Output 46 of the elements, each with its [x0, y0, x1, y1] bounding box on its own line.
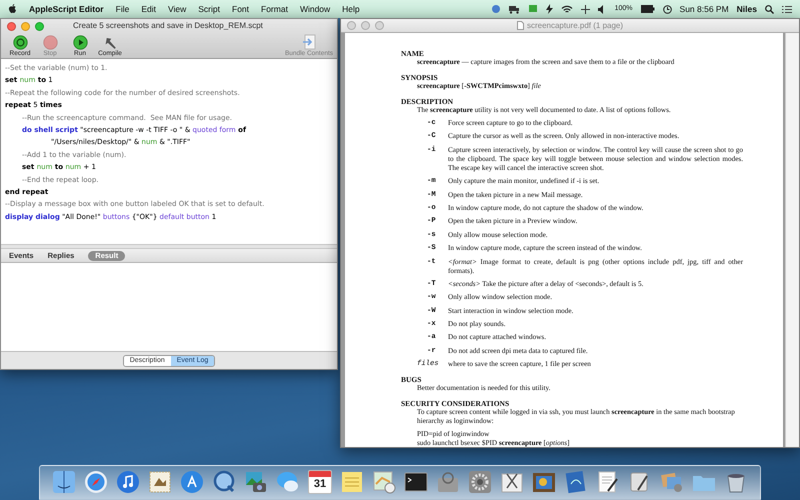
battery-icon[interactable] [640, 5, 655, 13]
calendar-icon[interactable]: 31 [308, 470, 332, 494]
map-icon[interactable] [372, 470, 396, 494]
zoom-button[interactable] [35, 22, 44, 30]
speech-bubble-icon[interactable] [276, 470, 300, 494]
document-icon [516, 21, 524, 30]
camera-icon[interactable] [244, 470, 268, 494]
menu-item[interactable]: File [116, 2, 130, 16]
gear-icon[interactable] [468, 470, 492, 494]
compass-icon[interactable] [84, 470, 108, 494]
music-note-icon[interactable] [116, 470, 140, 494]
app-menu[interactable]: AppleScript Editor [29, 2, 104, 16]
hammer-icon [102, 35, 118, 50]
disk-drive-icon[interactable] [436, 470, 460, 494]
stamp-icon[interactable] [148, 470, 172, 494]
menu-item[interactable]: Window [300, 2, 330, 16]
menu-item[interactable]: Help [342, 2, 360, 16]
menu-item[interactable]: Format [261, 2, 288, 16]
search-icon[interactable] [765, 4, 774, 14]
display-icon[interactable] [528, 4, 538, 14]
play-icon [72, 35, 88, 50]
menu-item[interactable]: Edit [141, 2, 156, 16]
q-circle-icon[interactable] [212, 470, 236, 494]
picture-frame-icon[interactable] [532, 470, 556, 494]
clock-icon[interactable] [662, 4, 672, 14]
stop-icon [42, 35, 58, 50]
apple-icon[interactable] [8, 4, 17, 14]
blueprint-icon[interactable] [564, 470, 588, 494]
bolt-icon[interactable] [546, 4, 553, 14]
document-pen-icon[interactable] [596, 470, 620, 494]
window-title: Create 5 screenshots and save in Desktop_REM.scpt [73, 20, 263, 32]
list-icon[interactable] [782, 4, 792, 14]
menu-item[interactable]: Font [232, 2, 250, 16]
wifi-icon[interactable] [560, 4, 573, 14]
close-button[interactable] [7, 22, 16, 30]
menu-clock[interactable]: Sun 8:56 PM [680, 2, 729, 16]
face-icon[interactable] [52, 470, 76, 494]
notepad-icon[interactable] [340, 470, 364, 494]
menu-item[interactable]: View [168, 2, 186, 16]
terminal-icon[interactable] [404, 470, 428, 494]
record-icon [12, 35, 28, 50]
user-menu[interactable]: Niles [736, 2, 757, 16]
window-title: screencapture.pdf (1 page) [526, 20, 624, 32]
truck-icon[interactable] [508, 4, 520, 14]
script-editor[interactable] [1, 59, 337, 244]
menu-item[interactable]: Script [198, 2, 220, 16]
